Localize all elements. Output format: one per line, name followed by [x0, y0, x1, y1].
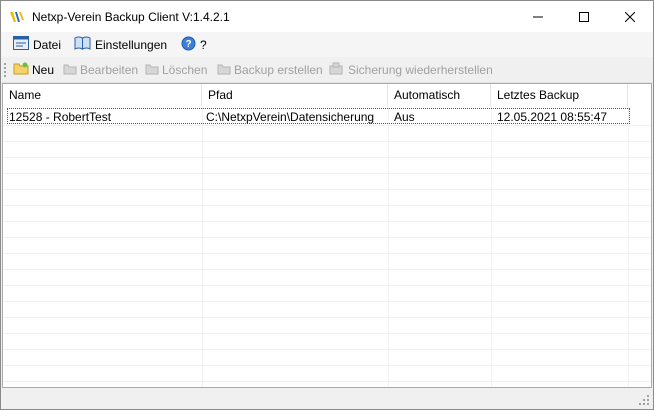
delete-button-label: Löschen [162, 62, 208, 77]
row-divider [3, 365, 651, 366]
restore-button-label: Sicherung wiederherstellen [348, 62, 493, 77]
close-icon [625, 11, 635, 22]
row-divider [3, 189, 651, 190]
table-header: Name Pfad Automatisch Letztes Backup [3, 84, 651, 106]
new-folder-icon [13, 61, 29, 78]
menu-datei[interactable]: Datei [13, 35, 61, 54]
row-divider [3, 237, 651, 238]
minimize-button[interactable] [515, 1, 561, 32]
row-divider [3, 141, 651, 142]
new-button-label: Neu [32, 62, 55, 77]
resize-grip-icon[interactable] [638, 394, 650, 406]
close-button[interactable] [607, 1, 653, 32]
row-divider [3, 285, 651, 286]
maximize-icon [579, 11, 589, 22]
backup-list[interactable]: Name Pfad Automatisch Letztes Backup 125… [2, 83, 652, 388]
edit-icon [63, 61, 77, 78]
menu-datei-label: Datei [33, 37, 62, 52]
row-divider [3, 221, 651, 222]
menu-bar: Datei Einstellungen ? ? [1, 32, 653, 57]
row-divider [3, 301, 651, 302]
row-divider [3, 269, 651, 270]
title-bar[interactable]: Netxp-Verein Backup Client V:1.4.2.1 [1, 1, 653, 32]
delete-icon [145, 61, 159, 78]
menu-help-label: ? [200, 37, 207, 52]
toolbar: Neu Bearbeiten Löschen Backup erstellen … [1, 57, 653, 83]
svg-text:?: ? [185, 39, 191, 50]
column-divider [491, 84, 492, 387]
row-divider [3, 157, 651, 158]
menu-einstellungen-label: Einstellungen [95, 37, 168, 52]
menu-help[interactable]: ? ? [181, 35, 207, 54]
column-divider [388, 84, 389, 387]
backup-button-label: Backup erstellen [234, 62, 323, 77]
maximize-button[interactable] [561, 1, 607, 32]
backup-icon [217, 61, 231, 78]
column-divider [202, 84, 203, 387]
cell-letztes-backup: 12.05.2021 08:55:47 [497, 110, 608, 124]
menu-einstellungen[interactable]: Einstellungen [74, 35, 167, 54]
backup-button[interactable]: Backup erstellen [217, 60, 323, 79]
restore-button[interactable]: Sicherung wiederherstellen [329, 60, 493, 79]
row-divider [3, 381, 651, 382]
cell-automatisch: Aus [394, 110, 415, 124]
row-divider [3, 349, 651, 350]
row-divider [3, 253, 651, 254]
edit-button[interactable]: Bearbeiten [63, 60, 138, 79]
file-menu-icon [13, 36, 29, 53]
cell-pfad: C:\NetxpVerein\Datensicherung [206, 110, 375, 124]
row-divider [3, 125, 651, 126]
app-logo-icon [9, 9, 25, 25]
window-title: Netxp-Verein Backup Client V:1.4.2.1 [32, 10, 230, 24]
column-header-automatisch[interactable]: Automatisch [388, 84, 491, 106]
column-header-name[interactable]: Name [3, 84, 202, 106]
toolbar-grip-icon[interactable] [4, 62, 7, 77]
help-icon: ? [181, 36, 196, 54]
minimize-icon [533, 12, 543, 22]
restore-icon [329, 61, 345, 78]
status-bar [1, 389, 653, 409]
new-button[interactable]: Neu [13, 60, 54, 79]
row-divider [3, 333, 651, 334]
cell-name: 12528 - RobertTest [9, 110, 112, 124]
column-header-pfad[interactable]: Pfad [202, 84, 388, 106]
book-icon [74, 36, 91, 53]
row-divider [3, 205, 651, 206]
column-divider [628, 84, 629, 387]
delete-button[interactable]: Löschen [145, 60, 207, 79]
row-divider [3, 173, 651, 174]
app-window: Netxp-Verein Backup Client V:1.4.2.1 Dat… [0, 0, 654, 410]
edit-button-label: Bearbeiten [80, 62, 139, 77]
column-header-letztes-backup[interactable]: Letztes Backup [491, 84, 628, 106]
row-divider [3, 317, 651, 318]
